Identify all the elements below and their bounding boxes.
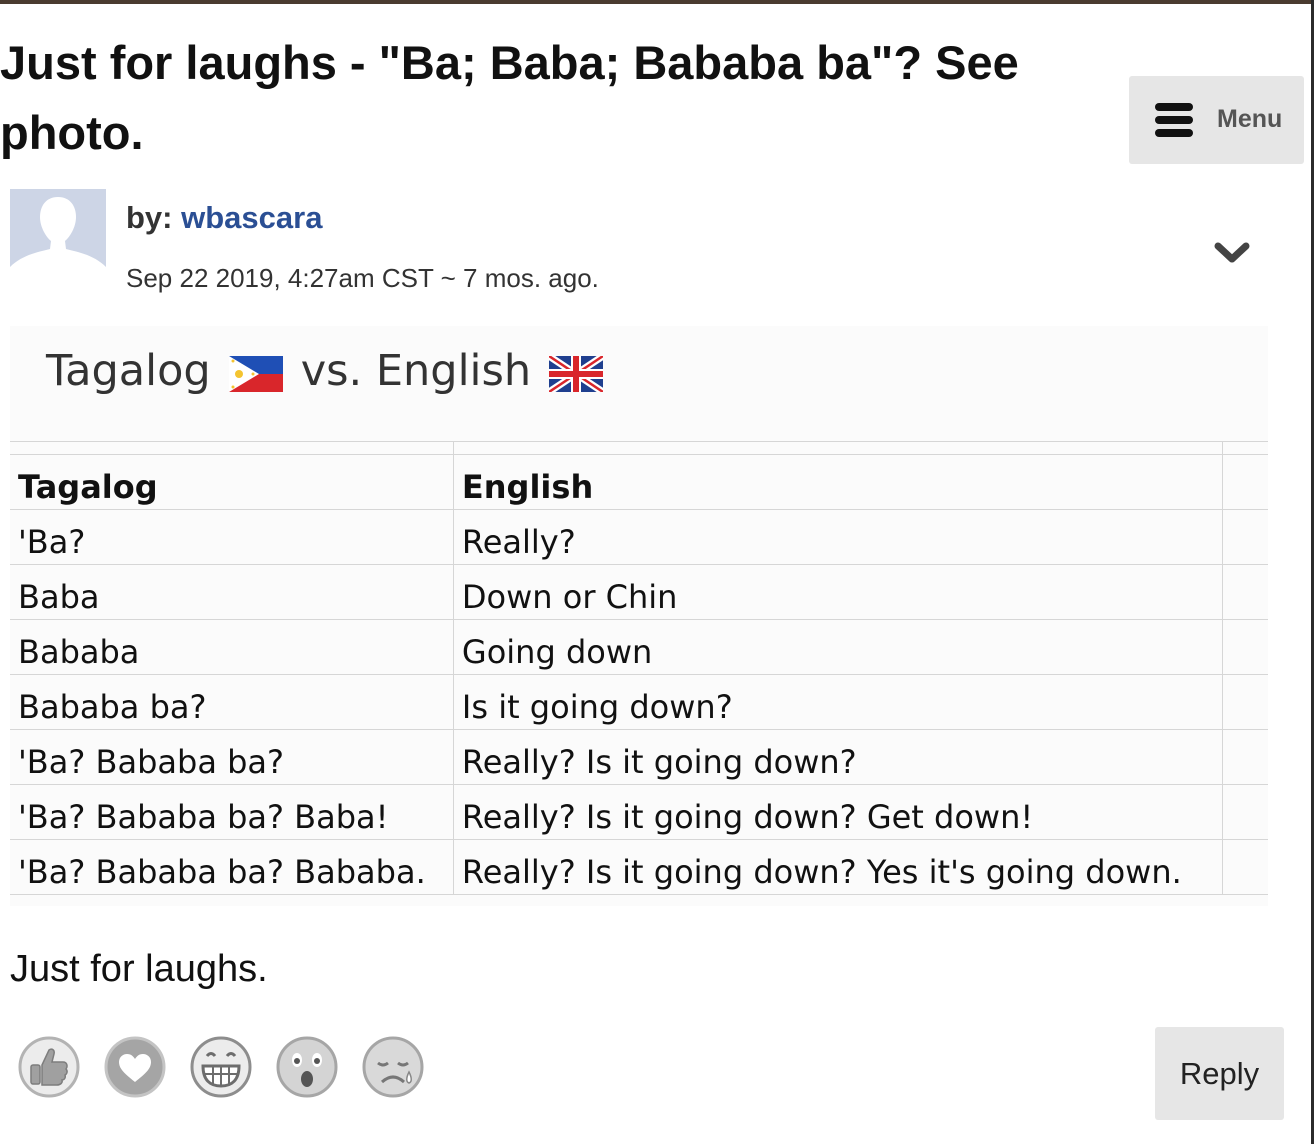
table-row: 'Ba? Bababa ba? Bababa. Really? Is it go… (10, 839, 1268, 895)
table-cell: 'Ba? Bababa ba? (10, 729, 454, 785)
post-image: Tagalog vs. English Tagalog English 'Ba?… (10, 326, 1268, 906)
reaction-bar (18, 1036, 448, 1098)
philippines-flag-icon (228, 353, 283, 392)
reply-button[interactable]: Reply (1155, 1027, 1284, 1120)
table-cell: Is it going down? (453, 674, 1223, 730)
table-row: 'Ba? Bababa ba? Really? Is it going down… (10, 729, 1268, 785)
heart-icon[interactable] (104, 1036, 166, 1098)
image-heading-english: vs. English (300, 346, 532, 396)
uk-flag-icon (547, 353, 606, 395)
menu-button[interactable]: Menu (1129, 76, 1304, 164)
table-cell: Really? (453, 509, 1223, 565)
table-row: Bababa ba? Is it going down? (10, 674, 1268, 730)
table-cell: Really? Is it going down? Get down! (453, 784, 1223, 840)
thumbs-up-icon[interactable] (18, 1036, 80, 1098)
table-row: Baba Down or Chin (10, 564, 1268, 620)
table-header-row: Tagalog English (10, 454, 1268, 510)
translation-table: Tagalog English 'Ba? Really? Baba Down o… (10, 441, 1268, 895)
user-silhouette-icon (10, 189, 106, 279)
table-cell: 'Ba? (10, 509, 454, 565)
table-row: Bababa Going down (10, 619, 1268, 675)
table-cell: Baba (10, 564, 454, 620)
image-heading: Tagalog vs. English (46, 346, 621, 396)
post-title: Just for laughs - "Ba; Baba; Bababa ba"?… (0, 36, 1019, 159)
top-border (0, 0, 1314, 4)
table-spacer-row (10, 441, 1268, 455)
table-cell: Really? Is it going down? (453, 729, 1223, 785)
sad-icon[interactable] (362, 1036, 424, 1098)
avatar[interactable] (10, 189, 106, 279)
menu-label: Menu (1217, 105, 1283, 133)
byline: by: wbascara (126, 200, 322, 236)
post-timestamp: Sep 22 2019, 4:27am CST ~ 7 mos. ago. (126, 263, 599, 293)
table-cell: Bababa ba? (10, 674, 454, 730)
table-row: 'Ba? Really? (10, 509, 1268, 565)
table-header-english: English (453, 454, 1223, 510)
grin-icon[interactable] (190, 1036, 252, 1098)
chevron-down-icon[interactable] (1213, 239, 1251, 267)
by-label: by: (126, 200, 173, 235)
table-cell: 'Ba? Bababa ba? Baba! (10, 784, 454, 840)
table-header-tagalog: Tagalog (10, 454, 454, 510)
table-cell: Going down (453, 619, 1223, 675)
hamburger-icon (1155, 103, 1193, 137)
surprised-icon[interactable] (276, 1036, 338, 1098)
post-body: Just for laughs. (10, 948, 268, 990)
image-heading-tagalog: Tagalog (46, 346, 211, 396)
table-cell: 'Ba? Bababa ba? Bababa. (10, 839, 454, 895)
author-link[interactable]: wbascara (181, 200, 322, 235)
table-cell: Down or Chin (453, 564, 1223, 620)
table-cell: Bababa (10, 619, 454, 675)
table-cell: Really? Is it going down? Yes it's going… (453, 839, 1223, 895)
table-row: 'Ba? Bababa ba? Baba! Really? Is it goin… (10, 784, 1268, 840)
